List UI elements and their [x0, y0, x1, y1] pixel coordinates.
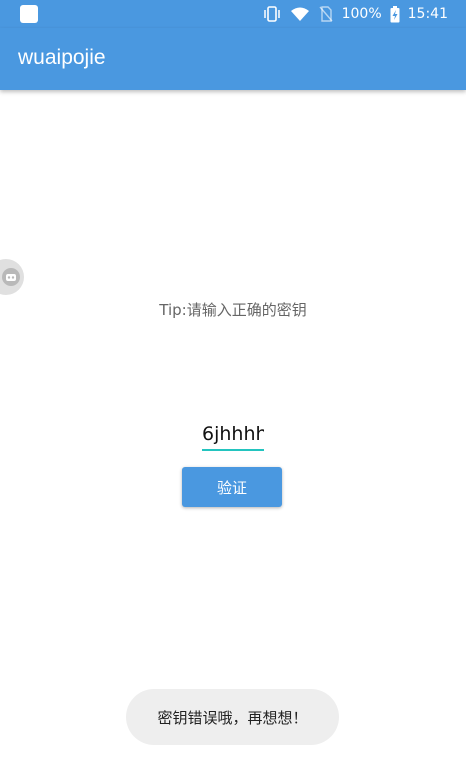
app-bar: wuaipojie: [0, 28, 466, 90]
error-toast: 密钥错误哦，再想想！: [126, 689, 339, 745]
game-assistant-icon[interactable]: [0, 259, 24, 295]
verify-button[interactable]: 验证: [182, 467, 282, 507]
tip-text: Tip:请输入正确的密钥: [159, 301, 307, 319]
no-sim-icon: [318, 6, 334, 22]
key-input[interactable]: [202, 418, 264, 451]
battery-percent: 100%: [341, 6, 382, 22]
status-icons: x 100% 15:41: [262, 0, 448, 28]
app-title: wuaipojie: [18, 46, 106, 69]
notification-square-icon: [20, 5, 38, 23]
status-bar: x 100% 15:41: [0, 0, 466, 28]
status-time: 15:41: [407, 6, 448, 22]
wifi-icon: x: [290, 6, 310, 22]
battery-charging-icon: [390, 5, 400, 23]
vibrate-icon: [262, 6, 282, 22]
toast-message: 密钥错误哦，再想想！: [157, 708, 308, 727]
svg-text:x: x: [303, 15, 307, 22]
key-input-container: [202, 418, 264, 454]
